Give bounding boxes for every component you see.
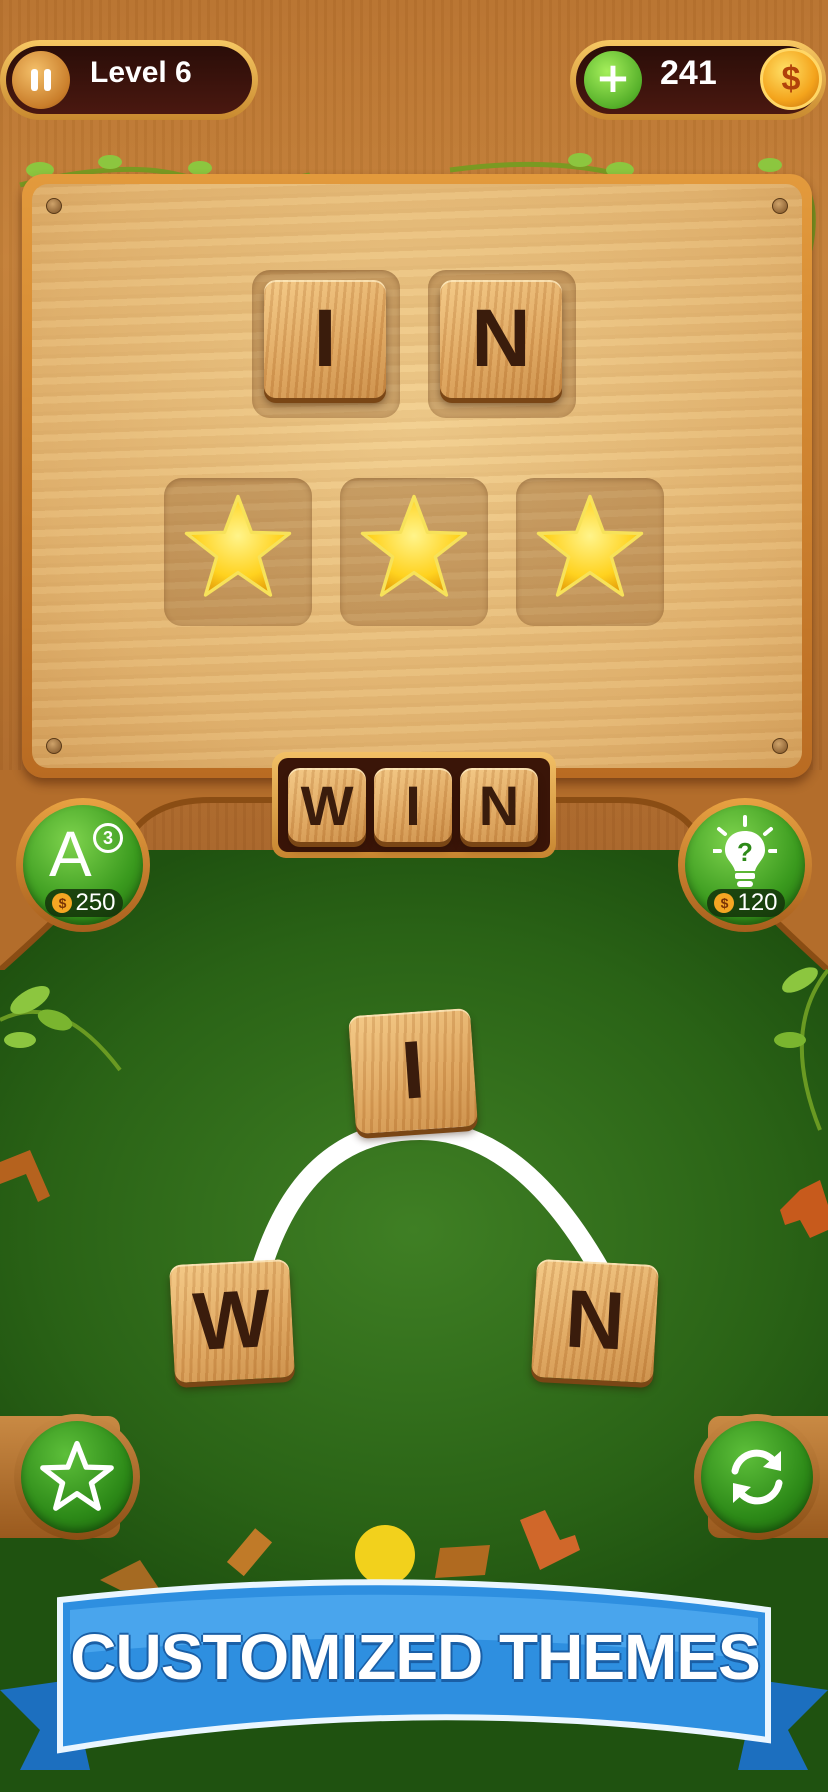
star-icon	[184, 494, 292, 597]
screw-icon	[772, 738, 788, 754]
star-slot	[340, 478, 488, 626]
word-board: I N	[22, 174, 812, 778]
coin-icon: $	[760, 48, 822, 110]
level-indicator: Level 6	[0, 40, 258, 120]
promo-banner: CUSTOMIZED THEMES	[0, 1570, 828, 1792]
wheel-letter[interactable]: I	[348, 1007, 478, 1135]
level-label: Level 6	[90, 56, 192, 89]
star-slot	[164, 478, 312, 626]
star-icon	[536, 494, 644, 597]
answer-letter: I	[374, 768, 452, 842]
plus-icon: +	[595, 53, 631, 102]
word-slot: I	[252, 270, 400, 418]
answer-letter: W	[288, 768, 366, 842]
answer-letter: N	[460, 768, 538, 842]
letter-tile: N	[440, 280, 562, 398]
pause-icon	[31, 69, 38, 91]
banner-title: CUSTOMIZED THEMES	[70, 1621, 760, 1693]
screw-icon	[772, 198, 788, 214]
coin-icon: $	[52, 893, 73, 913]
star-slot	[516, 478, 664, 626]
letter-a-icon: A	[49, 818, 92, 890]
add-coins-button[interactable]: +	[584, 51, 642, 109]
reveal-price: $ 250	[45, 889, 123, 917]
shuffle-icon	[731, 1449, 783, 1505]
reveal-count-badge: 3	[93, 823, 123, 853]
coin-icon: $	[714, 893, 735, 913]
word-slot: N	[428, 270, 576, 418]
coin-count: 241	[660, 54, 717, 92]
wheel-letter[interactable]: W	[168, 1258, 296, 1384]
screw-icon	[46, 198, 62, 214]
coin-balance: + 241 $	[570, 40, 826, 120]
leaf-decoration	[0, 986, 122, 1072]
favorite-button[interactable]	[14, 1414, 140, 1540]
shuffle-button[interactable]	[694, 1414, 820, 1540]
star-icon	[360, 494, 468, 597]
current-word-strip: W I N	[272, 752, 556, 858]
pause-button[interactable]	[12, 51, 70, 109]
lightbulb-icon: ?	[713, 815, 777, 887]
screw-icon	[46, 738, 62, 754]
star-icon	[40, 1440, 114, 1511]
board-surface: I N	[32, 184, 802, 768]
hint-button[interactable]: ? $ 120	[678, 798, 812, 932]
svg-text:?: ?	[737, 837, 753, 867]
letter-tile: I	[264, 280, 386, 398]
hint-price: $ 120	[707, 889, 785, 917]
wheel-letter[interactable]: N	[530, 1258, 660, 1384]
reveal-letter-button[interactable]: A 3 $ 250	[16, 798, 150, 932]
